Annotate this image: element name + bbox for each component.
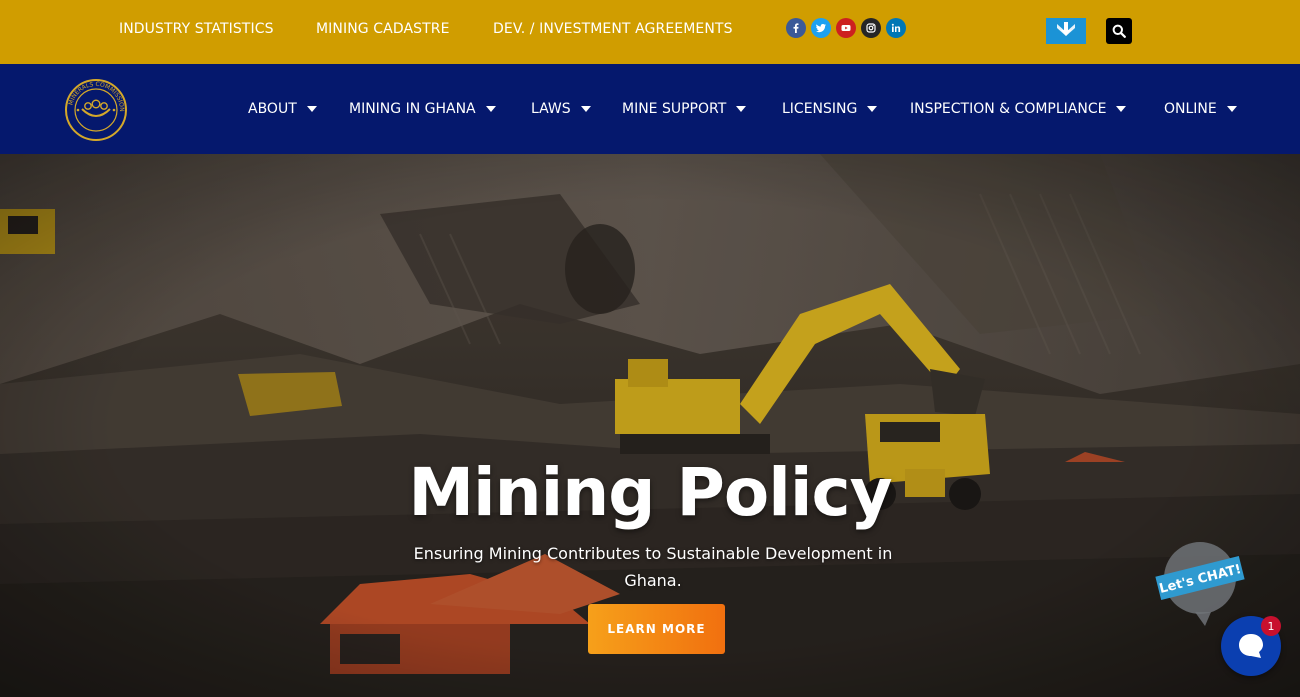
twitter-icon[interactable] <box>811 18 831 38</box>
main-navigation: MINERALS COMMISSION GHANA ABOUT MINING I… <box>0 64 1300 154</box>
learn-more-button[interactable]: LEARN MORE <box>588 604 725 654</box>
nav-about[interactable]: ABOUT <box>248 101 317 117</box>
nav-mining-in-ghana-label: MINING IN GHANA <box>349 101 476 117</box>
nav-mining-in-ghana[interactable]: MINING IN GHANA <box>349 101 496 117</box>
search-button[interactable] <box>1106 18 1132 44</box>
lets-chat-bubble[interactable]: Let's CHAT! <box>1155 538 1245 628</box>
nav-mine-support-label: MINE SUPPORT <box>622 101 727 117</box>
hero-subtitle: Ensuring Mining Contributes to Sustainab… <box>413 544 893 590</box>
industry-statistics-link[interactable]: INDUSTRY STATISTICS <box>119 21 274 37</box>
nav-online-label: ONLINE <box>1164 101 1217 117</box>
nav-laws-label: LAWS <box>531 101 571 117</box>
linkedin-icon[interactable] <box>886 18 906 38</box>
hero-title: Mining Policy <box>408 454 892 531</box>
chevron-down-icon <box>485 106 496 112</box>
chevron-down-icon <box>580 106 591 112</box>
top-utility-bar: INDUSTRY STATISTICS MINING CADASTRE DEV.… <box>0 0 1300 64</box>
download-icon <box>1057 22 1075 36</box>
nav-inspection-compliance[interactable]: INSPECTION & COMPLIANCE <box>910 101 1127 117</box>
nav-laws[interactable]: LAWS <box>531 101 591 117</box>
instagram-icon[interactable] <box>861 18 881 38</box>
chevron-down-icon <box>736 106 747 112</box>
minerals-commission-logo[interactable]: MINERALS COMMISSION GHANA <box>62 74 128 141</box>
mining-cadastre-link[interactable]: MINING CADASTRE <box>316 21 450 37</box>
nav-about-label: ABOUT <box>248 101 297 117</box>
nav-inspection-compliance-label: INSPECTION & COMPLIANCE <box>910 101 1107 117</box>
nav-licensing-label: LICENSING <box>782 101 858 117</box>
chevron-down-icon <box>306 106 317 112</box>
chevron-down-icon <box>1116 106 1127 112</box>
nav-online[interactable]: ONLINE <box>1164 101 1237 117</box>
facebook-icon[interactable] <box>786 18 806 38</box>
hero-banner: Mining Policy Ensuring Mining Contribute… <box>0 154 1300 697</box>
chevron-down-icon <box>867 106 878 112</box>
download-button[interactable] <box>1046 18 1086 44</box>
investment-agreements-link[interactable]: DEV. / INVESTMENT AGREEMENTS <box>493 21 733 37</box>
youtube-icon[interactable] <box>836 18 856 38</box>
search-icon <box>1112 24 1126 38</box>
nav-licensing[interactable]: LICENSING <box>782 101 878 117</box>
chevron-down-icon <box>1226 106 1237 112</box>
chat-icon <box>1239 634 1263 658</box>
chat-unread-badge: 1 <box>1261 616 1281 636</box>
nav-mine-support[interactable]: MINE SUPPORT <box>622 101 747 117</box>
